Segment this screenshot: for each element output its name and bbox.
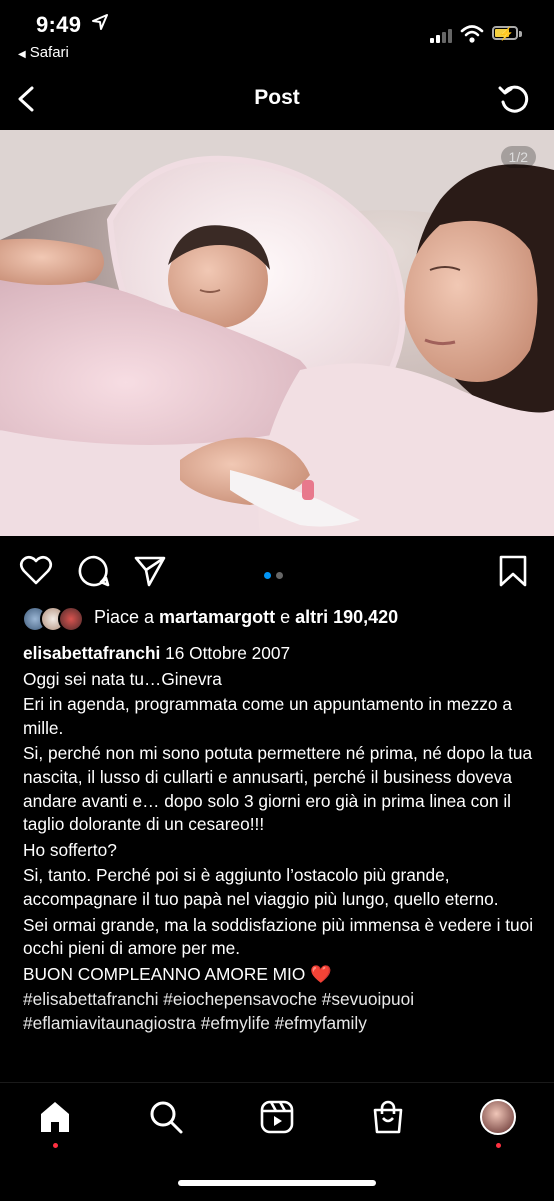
- status-time: 9:49: [36, 12, 82, 37]
- caption-line: Si, tanto. Perché poi si è aggiunto l’os…: [23, 865, 499, 909]
- caption-hashtags[interactable]: #elisabettafranchi #eiochepensavoche #se…: [23, 988, 538, 1035]
- caption-line: Oggi sei nata tu…Ginevra: [23, 668, 222, 689]
- wifi-icon: [460, 25, 484, 43]
- post-actions: [0, 546, 554, 594]
- photo-illustration: [0, 130, 554, 536]
- caption-line: Sei ormai grande, ma la soddisfazione pi…: [23, 914, 534, 959]
- page-title: Post: [254, 86, 300, 109]
- bookmark-icon[interactable]: [496, 554, 530, 588]
- profile-avatar[interactable]: [480, 1099, 516, 1135]
- liker-username[interactable]: martamargott: [159, 607, 275, 627]
- cellular-signal-icon: [430, 27, 454, 43]
- share-icon[interactable]: [133, 554, 167, 588]
- back-triangle-icon: ◀: [18, 49, 26, 60]
- back-to-app-link[interactable]: ◀ Safari: [18, 44, 69, 61]
- profile-notification-dot: [496, 1143, 501, 1148]
- heart-icon[interactable]: [19, 554, 53, 588]
- avatar: [58, 606, 84, 632]
- shop-icon[interactable]: [370, 1099, 406, 1135]
- post-photo[interactable]: 1/2: [0, 130, 554, 536]
- refresh-icon[interactable]: [496, 82, 532, 118]
- likes-middle: e: [275, 607, 296, 627]
- caption-line: Ho sofferto?: [23, 839, 117, 860]
- likes-row[interactable]: Piace a martamargott e altri 190,420: [22, 604, 542, 632]
- carousel-dots: [264, 566, 288, 584]
- carousel-dot-active: [264, 572, 271, 579]
- post-caption: elisabettafranchi 16 Ottobre 2007 Oggi s…: [23, 642, 538, 1038]
- battery-icon: ⚡: [492, 24, 524, 42]
- comment-icon[interactable]: [77, 554, 111, 588]
- liker-avatars: [22, 606, 88, 632]
- nav-header: Post: [0, 72, 554, 128]
- caption-line: BUON COMPLEANNO AMORE MIO ❤️: [23, 963, 332, 984]
- likes-count[interactable]: altri 190,420: [295, 607, 398, 627]
- likes-prefix: Piace a: [94, 607, 160, 627]
- caption-date: 16 Ottobre 2007: [165, 643, 291, 663]
- home-indicator[interactable]: [178, 1180, 376, 1186]
- likes-summary: Piace a martamargott e altri 190,420: [94, 607, 398, 628]
- caption-line: Eri in agenda, programmata come un appun…: [23, 694, 512, 738]
- reels-icon[interactable]: [259, 1099, 295, 1135]
- home-icon[interactable]: [37, 1099, 73, 1135]
- status-bar: 9:49 ◀ Safari ⚡: [0, 0, 554, 70]
- carousel-dot: [276, 572, 283, 579]
- caption-header: elisabettafranchi 16 Ottobre 2007: [23, 642, 538, 666]
- caption-username[interactable]: elisabettafranchi: [23, 643, 160, 663]
- image-counter-badge: 1/2: [500, 146, 536, 168]
- location-arrow-icon: [92, 14, 108, 30]
- caption-line: Si, perché non mi sono potuta permettere…: [23, 743, 533, 835]
- search-icon[interactable]: [148, 1099, 184, 1135]
- back-app-label: Safari: [29, 44, 69, 61]
- home-notification-dot: [53, 1143, 58, 1148]
